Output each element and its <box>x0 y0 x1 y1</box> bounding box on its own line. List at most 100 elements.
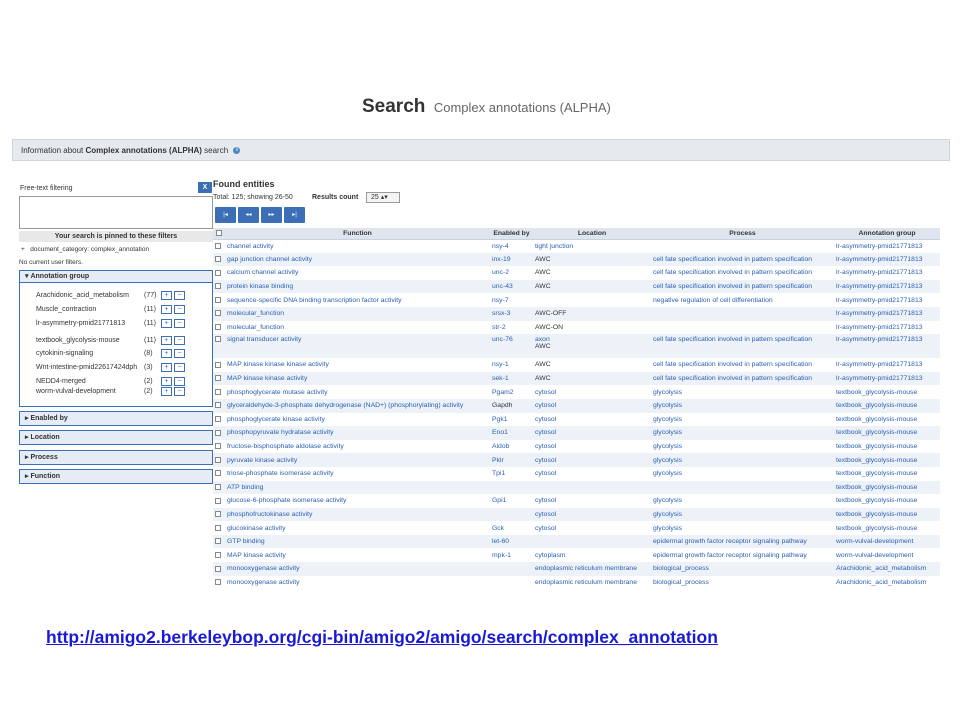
cell-process[interactable]: biological_process <box>651 562 834 576</box>
facet-minus-button[interactable]: − <box>174 318 185 328</box>
facet-plus-button[interactable]: + <box>161 387 172 397</box>
col-location[interactable]: Location <box>533 228 651 240</box>
cell-process[interactable]: epidermal growth factor receptor signali… <box>651 534 834 549</box>
cell-enabled-by[interactable]: nsy-7 <box>490 293 533 307</box>
cell-location[interactable]: cytosol <box>533 507 651 522</box>
cell-annotation-group[interactable]: lr-asymmetry-pmid21771813 <box>834 358 940 372</box>
row-checkbox[interactable] <box>215 269 221 276</box>
cell-function[interactable]: sequence-specific DNA binding transcript… <box>225 293 490 307</box>
table-row[interactable]: sequence-specific DNA binding transcript… <box>213 293 940 307</box>
cell-select[interactable] <box>213 413 225 427</box>
results-count-select[interactable]: 25 ▴▾ <box>366 192 400 203</box>
facet-minus-button[interactable]: − <box>174 349 185 359</box>
facet-minus-button[interactable]: − <box>174 363 185 372</box>
cell-function[interactable]: glucose-6-phosphate isomerase activity <box>225 494 490 508</box>
row-checkbox[interactable] <box>215 375 221 382</box>
table-row[interactable]: fructose-bisphosphate aldolase activity A… <box>213 440 940 454</box>
row-checkbox[interactable] <box>215 242 221 249</box>
cell-select[interactable] <box>213 266 225 280</box>
cell-process[interactable]: glycolysis <box>651 507 834 522</box>
info-icon[interactable]: i <box>233 147 241 155</box>
cell-location[interactable]: AWC-OFF <box>533 306 651 321</box>
cell-annotation-group[interactable]: lr-asymmetry-pmid21771813 <box>834 371 940 386</box>
row-checkbox[interactable] <box>215 388 221 395</box>
cell-function[interactable]: signal transducer activity <box>225 334 490 359</box>
cell-location[interactable]: cytosol <box>533 413 651 427</box>
facet-minus-button[interactable]: − <box>174 387 185 397</box>
cell-location[interactable]: AWC <box>533 266 651 280</box>
cell-annotation-group[interactable]: lr-asymmetry-pmid21771813 <box>834 321 940 335</box>
cell-annotation-group[interactable]: textbook_glycolysis-mouse <box>834 385 940 399</box>
cell-process[interactable]: glycolysis <box>651 440 834 454</box>
cell-function[interactable]: molecular_function <box>225 321 490 335</box>
cell-select[interactable] <box>213 534 225 549</box>
cell-process[interactable]: cell fate specification involved in patt… <box>651 334 834 359</box>
cell-annotation-group[interactable]: textbook_glycolysis-mouse <box>834 521 940 535</box>
select-all-checkbox[interactable] <box>216 229 222 236</box>
cell-select[interactable] <box>213 548 225 562</box>
table-row[interactable]: MAP kinase activity mpk-1 cytoplasm epiderm… <box>213 548 940 562</box>
cell-enabled-by[interactable]: Pgam2 <box>490 385 533 399</box>
row-checkbox[interactable] <box>215 336 221 343</box>
table-row[interactable]: glucokinase activity Gck cytosol glycolysis… <box>213 521 940 535</box>
cell-annotation-group[interactable]: lr-asymmetry-pmid21771813 <box>834 293 940 307</box>
row-checkbox[interactable] <box>215 416 221 423</box>
table-row[interactable]: protein kinase binding unc-43 AWC cell fate… <box>213 279 940 294</box>
table-row[interactable]: calcium channel activity unc-2 AWC cell fat… <box>213 266 940 280</box>
cell-location[interactable]: AWC <box>533 358 651 372</box>
cell-enabled-by[interactable]: srsx-3 <box>490 306 533 321</box>
table-row[interactable]: signal transducer activity unc-76 axon AWC c… <box>213 334 940 359</box>
cell-location[interactable]: endoplasmic reticulum membrane <box>533 562 651 576</box>
cell-annotation-group[interactable]: textbook_glycolysis-mouse <box>834 398 940 413</box>
cell-location[interactable]: cytosol <box>533 494 651 508</box>
row-checkbox[interactable] <box>215 511 221 518</box>
table-row[interactable]: phosphoglycerate kinase activity Pgk1 cyto… <box>213 413 940 427</box>
cell-function[interactable]: pyruvate kinase activity <box>225 453 490 467</box>
row-checkbox[interactable] <box>215 538 221 545</box>
facet-function[interactable]: ▸ Function <box>19 469 213 484</box>
cell-enabled-by[interactable]: Aldob <box>490 440 533 454</box>
table-row[interactable]: ATP binding textbook_glycolysis-mouse <box>213 480 940 495</box>
facet-process[interactable]: ▸ Process <box>19 450 213 465</box>
table-row[interactable]: molecular_function srsx-3 AWC-OFF lr-asymme… <box>213 306 940 321</box>
source-url-link[interactable]: http://amigo2.berkeleybop.org/cgi-bin/am… <box>46 627 718 648</box>
cell-select[interactable] <box>213 279 225 294</box>
cell-enabled-by[interactable]: Gapdh <box>490 398 533 413</box>
cell-enabled-by[interactable]: Pklr <box>490 453 533 467</box>
cell-annotation-group[interactable]: lr-asymmetry-pmid21771813 <box>834 306 940 321</box>
cell-location[interactable]: cytosol <box>533 426 651 440</box>
row-checkbox[interactable] <box>215 497 221 504</box>
cell-annotation-group[interactable]: lr-asymmetry-pmid21771813 <box>834 239 940 253</box>
facet-plus-button[interactable]: + <box>161 335 172 345</box>
col-annotation-group[interactable]: Annotation group <box>834 228 940 240</box>
facet-minus-button[interactable]: − <box>174 304 185 314</box>
cell-process[interactable]: glycolysis <box>651 521 834 535</box>
cell-select[interactable] <box>213 576 225 590</box>
cell-select[interactable] <box>213 358 225 372</box>
cell-select[interactable] <box>213 480 225 495</box>
table-row[interactable]: phosphofructokinase activity cytosol glyco… <box>213 507 940 522</box>
next-page-button[interactable]: ▸▸ <box>261 207 282 223</box>
table-row[interactable]: gap junction channel activity inx-19 AWC ce… <box>213 252 940 267</box>
cell-function[interactable]: phosphoglycerate kinase activity <box>225 413 490 427</box>
cell-enabled-by[interactable]: nsy-1 <box>490 358 533 372</box>
cell-process[interactable]: cell fate specification involved in patt… <box>651 371 834 386</box>
cell-select[interactable] <box>213 494 225 508</box>
cell-annotation-group[interactable]: textbook_glycolysis-mouse <box>834 453 940 467</box>
cell-select[interactable] <box>213 467 225 481</box>
info-bar[interactable]: Information about Complex annotations (A… <box>12 139 950 161</box>
row-checkbox[interactable] <box>215 283 221 290</box>
cell-location[interactable]: cytoplasm <box>533 548 651 562</box>
cell-function[interactable]: MAP kinase kinase activity <box>225 371 490 386</box>
row-checkbox[interactable] <box>215 470 221 477</box>
cell-function[interactable]: ATP binding <box>225 480 490 495</box>
row-checkbox[interactable] <box>215 551 221 558</box>
cell-location[interactable]: cytosol <box>533 385 651 399</box>
table-row[interactable]: monooxygenase activity endoplasmic reticu… <box>213 562 940 576</box>
cell-function[interactable]: phosphoglycerate mutase activity <box>225 385 490 399</box>
cell-process[interactable]: biological_process <box>651 576 834 590</box>
cell-function[interactable]: fructose-bisphosphate aldolase activity <box>225 440 490 454</box>
facet-minus-button[interactable]: − <box>174 376 185 386</box>
cell-annotation-group[interactable]: worm-vulval-development <box>834 534 940 549</box>
table-row[interactable]: molecular_function str-2 AWC-ON lr-asymmetr… <box>213 321 940 335</box>
